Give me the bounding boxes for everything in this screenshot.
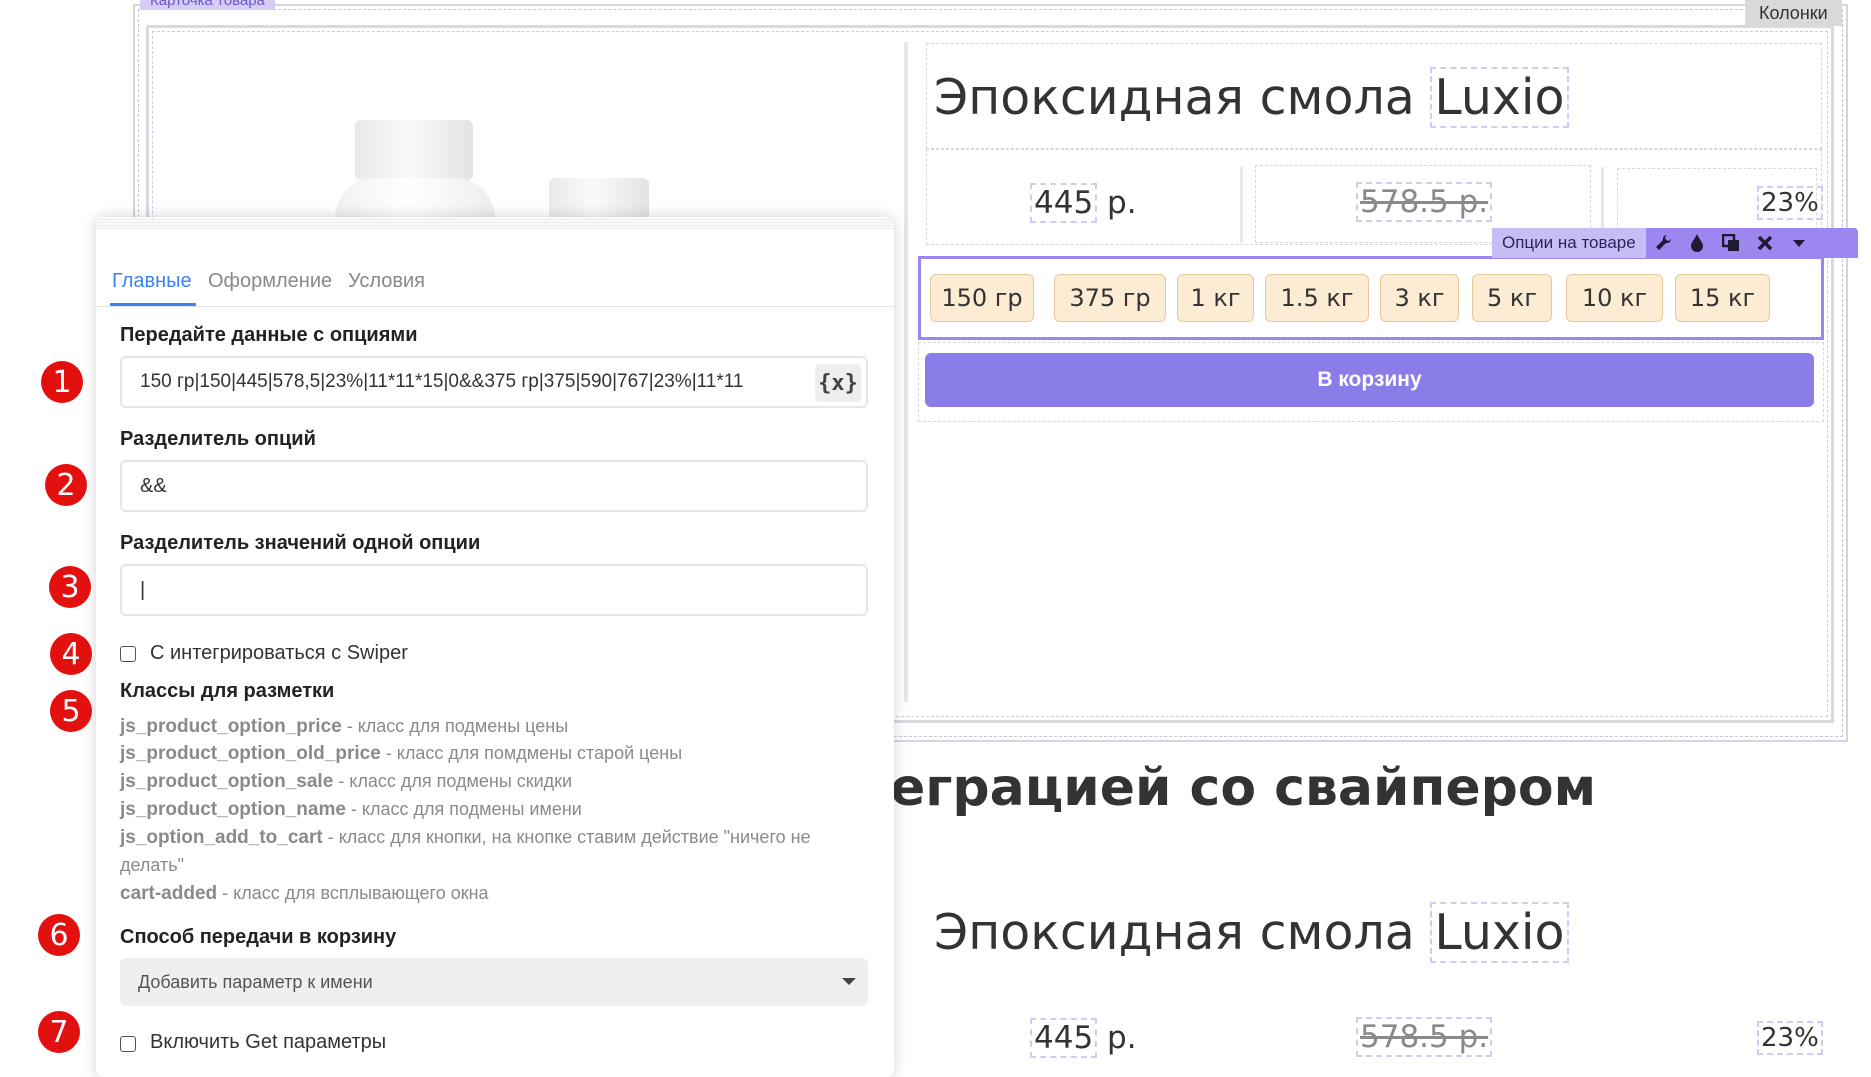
price-unit: р. bbox=[1107, 185, 1137, 221]
option-chip[interactable]: 150 гр bbox=[930, 274, 1034, 322]
product-title-prefix: Эпоксидная смола bbox=[934, 69, 1415, 126]
class-name: js_product_option_price bbox=[120, 716, 342, 737]
options-toolbar-label: Опции на товаре bbox=[1492, 228, 1646, 258]
class-desc: - класс для подмены цены bbox=[341, 716, 569, 736]
product-old-price-2: 578.5 р. bbox=[1356, 1017, 1493, 1057]
chevron-down-icon bbox=[842, 978, 856, 985]
product-old-price: 578.5 р. bbox=[1356, 182, 1493, 222]
cart-method-label: Способ передачи в корзину bbox=[120, 926, 397, 948]
annotation-marker-7: 7 bbox=[38, 1011, 80, 1053]
class-item: js_option_add_to_cart - класс для кнопки… bbox=[120, 827, 811, 849]
option-chip[interactable]: 375 гр bbox=[1054, 274, 1166, 322]
class-name: js_product_option_old_price bbox=[120, 743, 381, 764]
columns-tag[interactable]: Колонки bbox=[1745, 0, 1842, 26]
swiper-checkbox-label[interactable]: С интегрироваться с Swiper bbox=[150, 642, 408, 665]
class-name: js_option_add_to_cart bbox=[120, 827, 323, 848]
get-params-checkbox-label[interactable]: Включить Get параметры bbox=[150, 1031, 386, 1054]
product-title-name-2: Luxio bbox=[1430, 902, 1569, 963]
value-separator-label: Разделитель значений одной опции bbox=[120, 532, 481, 554]
add-to-cart-button[interactable]: В корзину bbox=[925, 353, 1814, 407]
active-tab-indicator bbox=[110, 303, 196, 306]
annotation-marker-5: 5 bbox=[50, 690, 92, 732]
annotation-marker-6: 6 bbox=[38, 914, 80, 956]
class-desc: - класс для кнопки, на кнопке ставим дей… bbox=[322, 827, 811, 847]
class-desc: - класс для подмены имени bbox=[345, 799, 582, 819]
tab-main[interactable]: Главные bbox=[112, 266, 192, 296]
annotation-marker-3: 3 bbox=[49, 566, 91, 608]
wrench-icon[interactable] bbox=[1646, 228, 1680, 258]
class-item: js_product_option_name - класс для подме… bbox=[120, 799, 582, 821]
annotation-marker-2: 2 bbox=[45, 464, 87, 506]
price-unit-2: р. bbox=[1107, 1020, 1137, 1056]
get-params-checkbox[interactable] bbox=[120, 1036, 136, 1052]
price-col-divider bbox=[1240, 167, 1243, 243]
product-sale: 23% bbox=[1757, 186, 1823, 220]
tab-conditions[interactable]: Условия bbox=[348, 266, 425, 296]
class-item: js_product_option_price - класс для подм… bbox=[120, 716, 568, 738]
bottle-cap-large bbox=[355, 120, 473, 180]
options-toolbar[interactable]: Опции на товаре bbox=[1492, 228, 1858, 258]
section-heading: еграцией со свайпером bbox=[890, 758, 1597, 818]
options-data-value: 150 гр|150|445|578,5|23%|11*11*15|0&&375… bbox=[140, 371, 744, 392]
cart-method-selected: Добавить параметр к имени bbox=[138, 971, 373, 992]
options-separator-value: && bbox=[140, 474, 167, 497]
option-chip[interactable]: 1 кг bbox=[1177, 274, 1254, 322]
product-sale-2: 23% bbox=[1757, 1021, 1823, 1055]
swiper-checkbox[interactable] bbox=[120, 646, 136, 662]
product-image bbox=[300, 110, 720, 238]
bottle-cap-small bbox=[549, 178, 649, 220]
class-item: cart-added - класс для всплывающего окна bbox=[120, 883, 489, 905]
markup-classes-label: Классы для разметки bbox=[120, 680, 335, 702]
class-name: cart-added bbox=[120, 883, 218, 904]
drop-icon[interactable] bbox=[1680, 228, 1714, 258]
product-title-name: Luxio bbox=[1430, 67, 1569, 128]
column-divider bbox=[904, 42, 908, 702]
options-separator-label: Разделитель опций bbox=[120, 428, 316, 450]
class-item: делать" bbox=[120, 855, 184, 877]
cart-method-select[interactable]: Добавить параметр к имени bbox=[120, 958, 868, 1006]
panel-drag-handle[interactable] bbox=[96, 217, 894, 229]
block-tag[interactable]: Карточка товара bbox=[140, 0, 275, 10]
annotation-marker-1: 1 bbox=[41, 361, 83, 403]
class-name: js_product_option_sale bbox=[120, 771, 334, 792]
class-item: js_product_option_sale - класс для подме… bbox=[120, 771, 572, 793]
annotation-marker-4: 4 bbox=[50, 633, 92, 675]
options-separator-input[interactable]: && bbox=[120, 460, 868, 512]
price-value-2: 445 bbox=[1030, 1018, 1098, 1058]
tab-design[interactable]: Оформление bbox=[208, 266, 332, 296]
product-title[interactable]: Эпоксидная смола Luxio bbox=[934, 67, 1569, 128]
product-price: 445 р. bbox=[1030, 183, 1137, 223]
option-chip[interactable]: 3 кг bbox=[1380, 274, 1459, 322]
insert-variable-button[interactable]: {x} bbox=[815, 364, 861, 402]
option-chip[interactable]: 10 кг bbox=[1566, 274, 1663, 322]
class-name: js_product_option_name bbox=[120, 799, 346, 820]
price-value: 445 bbox=[1030, 183, 1098, 223]
options-data-input[interactable]: 150 гр|150|445|578,5|23%|11*11*15|0&&375… bbox=[120, 356, 868, 408]
close-icon[interactable] bbox=[1748, 228, 1782, 258]
settings-tabs: Главные Оформление Условия bbox=[96, 266, 894, 307]
option-chip[interactable]: 1.5 кг bbox=[1265, 274, 1369, 322]
copy-icon[interactable] bbox=[1714, 228, 1748, 258]
options-data-label: Передайте данные с опциями bbox=[120, 324, 418, 346]
value-separator-value: | bbox=[140, 578, 146, 601]
option-chip[interactable]: 5 кг bbox=[1472, 274, 1552, 322]
caret-down-icon[interactable] bbox=[1782, 228, 1816, 258]
class-desc: - класс для всплывающего окна bbox=[217, 883, 489, 903]
class-desc: - класс для подмены скидки bbox=[333, 771, 573, 791]
class-desc: - класс для помдмены старой цены bbox=[380, 743, 683, 763]
class-item: js_product_option_old_price - класс для … bbox=[120, 743, 682, 765]
class-desc: делать" bbox=[120, 855, 185, 875]
option-chip[interactable]: 15 кг bbox=[1675, 274, 1770, 322]
product-title-2[interactable]: Эпоксидная смола Luxio bbox=[934, 902, 1569, 963]
value-separator-input[interactable]: | bbox=[120, 564, 868, 616]
product-title-prefix-2: Эпоксидная смола bbox=[934, 904, 1415, 961]
product-price-2: 445 р. bbox=[1030, 1018, 1137, 1058]
